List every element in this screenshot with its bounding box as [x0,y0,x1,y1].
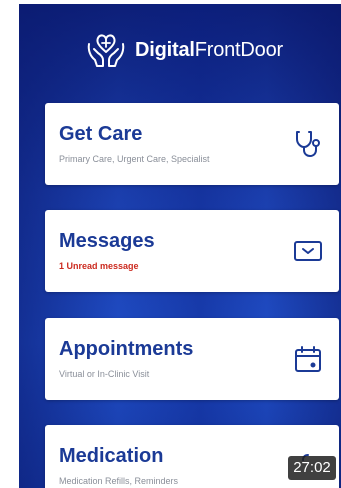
card-title: Messages [59,230,155,252]
card-title: Get Care [59,123,143,145]
card-title: Appointments [59,338,194,360]
card-subtitle: Primary Care, Urgent Care, Specialist [59,154,210,164]
app-screen: DigitalFrontDoor Get Care Primary Care, … [19,4,341,488]
mail-icon [294,241,322,261]
card-title: Medication [59,445,164,467]
hands-heart-cross-icon [87,34,125,67]
card-subtitle: Virtual or In-Clinic Visit [59,369,150,379]
appointments-card[interactable]: Appointments Virtual or In-Clinic Visit [45,318,339,400]
brand-name-light: FrontDoor [194,38,283,61]
video-timestamp: 27:02 [288,456,336,480]
card-subtitle: Medication Refills, Reminders [59,476,179,486]
messages-card[interactable]: Messages 1 Unread message [45,210,339,292]
unread-message-badge: 1 Unread message [59,261,139,271]
get-care-card[interactable]: Get Care Primary Care, Urgent Care, Spec… [45,103,339,185]
brand-name-bold: Digital [135,38,195,61]
brand-name: DigitalFrontDoor [135,39,283,62]
calendar-icon [295,346,321,372]
stethoscope-icon [296,131,320,157]
app-header: DigitalFrontDoor [19,26,341,74]
